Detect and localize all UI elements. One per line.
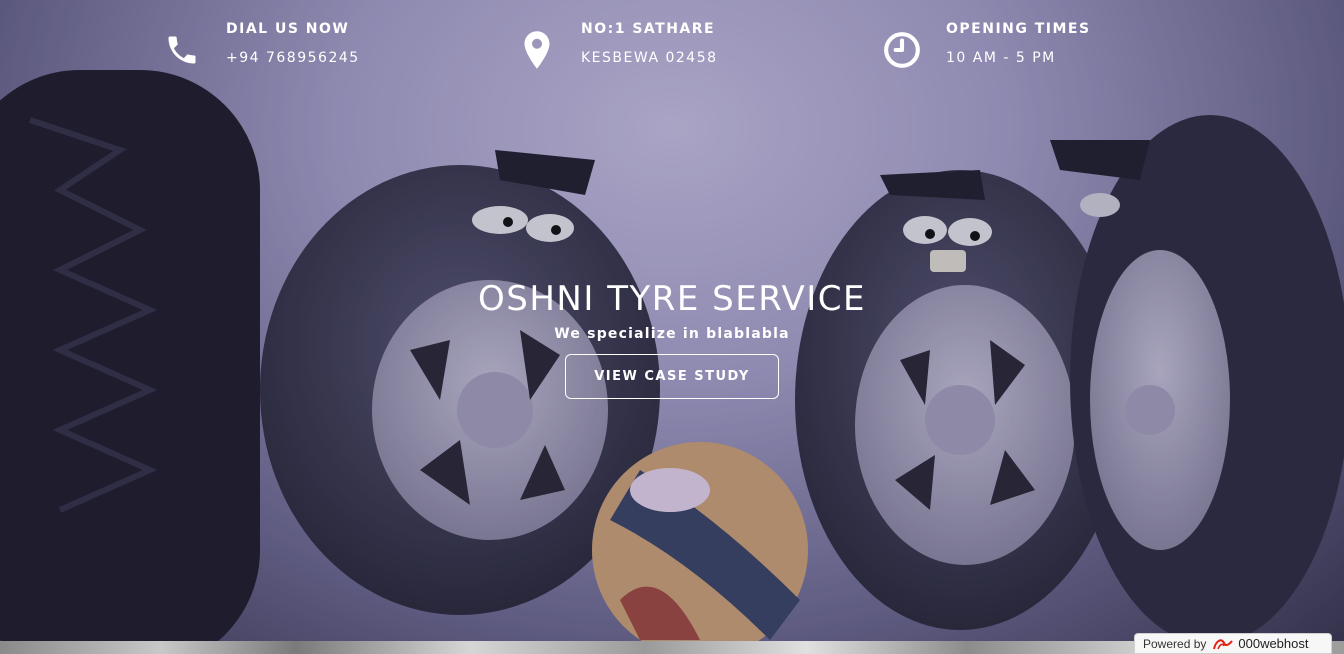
- map-pin-icon: [515, 28, 559, 72]
- contact-address: NO:1 SATHARE KESBEWA 02458: [515, 20, 718, 72]
- hero-subtitle: We specialize in blablabla: [554, 326, 790, 342]
- hero-section: DIAL US NOW +94 768956245 NO:1 SATHARE K…: [0, 0, 1344, 641]
- clock-icon: [880, 28, 924, 72]
- powered-by-label: Powered by: [1143, 636, 1207, 651]
- contact-hours: OPENING TIMES 10 AM - 5 PM: [880, 20, 1091, 72]
- powered-by-badge[interactable]: Powered by 000webhost: [1134, 633, 1332, 654]
- address-line-1: NO:1 SATHARE: [581, 21, 716, 37]
- phone-label: DIAL US NOW: [226, 21, 350, 37]
- phone-icon: [160, 28, 204, 72]
- hero-content: OSHNI TYRE SERVICE We specialize in blab…: [0, 278, 1344, 399]
- contact-topbar: DIAL US NOW +94 768956245 NO:1 SATHARE K…: [0, 0, 1344, 90]
- webhost-logo-icon: [1212, 637, 1234, 651]
- address-line-2: KESBEWA 02458: [581, 50, 718, 66]
- contact-phone: DIAL US NOW +94 768956245: [160, 20, 360, 72]
- webhost-brand: 000webhost: [1238, 636, 1309, 651]
- hours-label: OPENING TIMES: [946, 21, 1091, 37]
- phone-number[interactable]: +94 768956245: [226, 49, 360, 67]
- view-case-study-button[interactable]: VIEW CASE STUDY: [565, 354, 779, 399]
- hero-title: OSHNI TYRE SERVICE: [478, 279, 866, 319]
- hours-value: 10 AM - 5 PM: [946, 50, 1056, 66]
